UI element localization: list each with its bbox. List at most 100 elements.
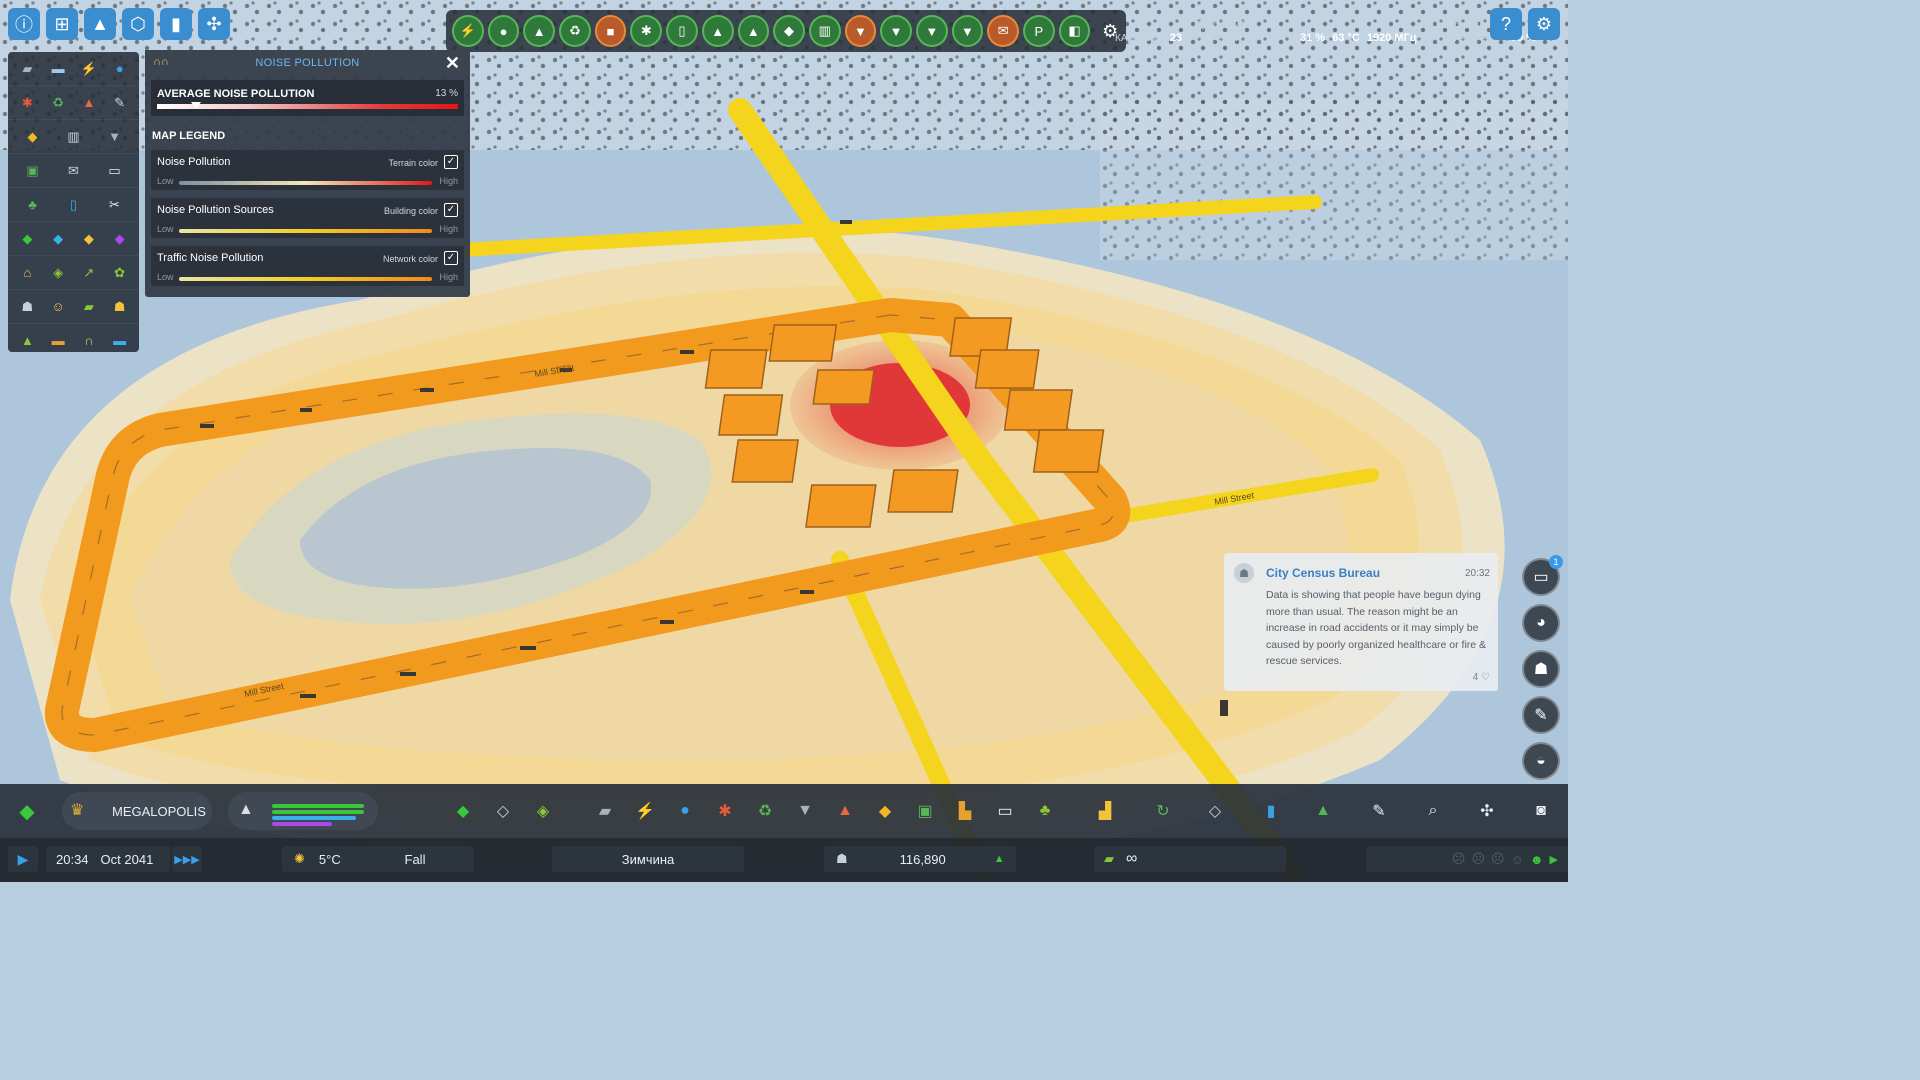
demand-meter[interactable]: ▲ [228, 792, 378, 830]
zone-industrial-icon[interactable]: ◆ [79, 229, 99, 249]
prison-icon[interactable]: ▥ [808, 15, 841, 47]
education-college-icon[interactable]: ▼ [915, 15, 948, 47]
checkbox-checked-icon[interactable]: ✓ [444, 251, 458, 265]
pollution-icon[interactable]: ▲ [523, 15, 556, 47]
eyedropper-icon[interactable]: ✎ [1366, 798, 1392, 824]
police-badge-icon[interactable]: ◆ [872, 798, 898, 824]
education-high-icon[interactable]: ▼ [880, 15, 912, 47]
bulldoze-icon[interactable]: ✂ [105, 195, 125, 215]
mail-icon[interactable]: ✉ [987, 15, 1019, 47]
education-elementary-icon[interactable]: ▼ [844, 15, 877, 47]
electricity-icon[interactable]: ⚡ [79, 59, 99, 79]
milestone-button[interactable]: ♛ MEGALOPOLIS [62, 792, 212, 830]
bus-icon[interactable]: ▬ [48, 59, 68, 79]
water-tower-icon[interactable]: ▯ [64, 195, 84, 215]
area-icon[interactable]: ◇ [490, 798, 516, 824]
parking-icon[interactable]: P [1023, 15, 1055, 47]
bulldozer-icon[interactable]: ▟ [1092, 798, 1118, 824]
checkbox-checked-icon[interactable]: ✓ [444, 203, 458, 217]
transit-icon[interactable]: ▣ [912, 798, 938, 824]
roads-icon[interactable]: ▰ [592, 798, 618, 824]
zone-office-icon[interactable]: ◆ [110, 229, 130, 249]
terrain-icon[interactable]: ▲ [17, 331, 37, 351]
healthcare-icon[interactable]: ✱ [630, 15, 663, 47]
move-icon[interactable]: ✣ [1474, 798, 1500, 824]
police-icon[interactable]: ◆ [773, 15, 805, 47]
education-cap-icon[interactable]: ▼ [792, 798, 818, 824]
statistics-icon[interactable]: ▮ [1258, 798, 1284, 824]
chirper-bird-icon[interactable]: ◕ [1522, 604, 1560, 642]
export-icon[interactable]: ▬ [110, 331, 130, 351]
education-university-icon[interactable]: ▼ [951, 15, 984, 47]
advisor-person-icon[interactable]: ☗ [1522, 650, 1560, 688]
zone-commercial-icon[interactable]: ◆ [48, 229, 68, 249]
chirp-sender[interactable]: City Census Bureau [1266, 566, 1380, 580]
map-area-icon[interactable]: ◇ [1202, 798, 1228, 824]
zone-residential-icon[interactable]: ◆ [17, 229, 37, 249]
wrench-icon[interactable]: ✎ [110, 93, 130, 113]
water-drop-icon[interactable]: ● [110, 59, 130, 79]
road-icon[interactable]: ▰ [17, 59, 37, 79]
police-badge-icon[interactable]: ◆ [23, 127, 43, 147]
land-tools-icon[interactable]: ◈ [530, 798, 556, 824]
house-icon[interactable]: ⌂ [17, 263, 37, 283]
districts-hex-icon[interactable]: ⬡ [122, 8, 154, 40]
recycle-icon[interactable]: ♻ [559, 15, 591, 47]
transport-lines-icon[interactable]: ✣ [198, 8, 230, 40]
electricity-icon[interactable]: ⚡ [632, 798, 658, 824]
chirp-likes[interactable]: 4 ♡ [1473, 672, 1490, 683]
fire-icon[interactable]: ▲ [832, 798, 858, 824]
city-name[interactable]: Зимчина [552, 846, 744, 872]
headphones-icon[interactable]: ∩ [79, 331, 99, 351]
help-icon[interactable]: ? [1490, 8, 1522, 40]
zoning-grid-icon[interactable]: ⊞ [46, 8, 78, 40]
radio-icon[interactable]: ◒ [1522, 742, 1560, 780]
zoning-icon[interactable]: ◆ [450, 798, 476, 824]
health-icon[interactable]: ✱ [17, 93, 37, 113]
close-icon[interactable]: ✕ [445, 53, 460, 74]
landscaping-icon[interactable]: ♣ [1032, 798, 1058, 824]
camera-icon[interactable]: ◙ [1528, 798, 1554, 824]
recycle-icon[interactable]: ♻ [48, 93, 68, 113]
expand-arrow-icon[interactable]: ▶ [1550, 853, 1558, 866]
industry-icon[interactable]: ▙ [952, 798, 978, 824]
chat-icon[interactable]: ▭ [105, 161, 125, 181]
transit-bus-icon[interactable]: ▣ [23, 161, 43, 181]
trend-icon[interactable]: ↗ [79, 263, 99, 283]
education-cap-icon[interactable]: ▼ [105, 127, 125, 147]
population-box[interactable]: ☗ 116,890 ▲ [824, 846, 1016, 872]
chat-icon[interactable]: ▭ [992, 798, 1018, 824]
water-icon[interactable]: ● [487, 15, 520, 47]
search-icon[interactable]: ⌕ [1420, 798, 1446, 824]
noise-icon[interactable]: ◧ [1058, 15, 1091, 47]
chirper-message[interactable]: ☗ City Census Bureau 20:32 Data is showi… [1224, 553, 1498, 691]
fire-station-icon[interactable]: ▲ [79, 93, 99, 113]
citizens-icon[interactable]: ☗ [17, 297, 37, 317]
recycle-arrows-icon[interactable]: ↻ [1150, 798, 1176, 824]
workers-icon[interactable]: ☗ [110, 297, 130, 317]
zoning-map-icon[interactable]: ◆ [12, 796, 42, 826]
water-drop-icon[interactable]: ● [672, 798, 698, 824]
fire-icon[interactable]: ▲ [701, 15, 734, 47]
checkbox-checked-icon[interactable]: ✓ [444, 155, 458, 169]
happy-face-icon[interactable]: ☺ [48, 297, 68, 317]
happiness-meter[interactable]: ☹ ☹ ☹ ☺ ☻ ▶ [1366, 846, 1568, 872]
import-icon[interactable]: ▬ [48, 331, 68, 351]
journal-icon[interactable]: ✎ [1522, 696, 1560, 734]
money-icon[interactable]: ▰ [79, 297, 99, 317]
deathcare-icon[interactable]: ▯ [666, 15, 698, 47]
government-icon[interactable]: ▥ [64, 127, 84, 147]
park-tree-icon[interactable]: ♣ [23, 195, 43, 215]
traffic-cone-icon[interactable]: ▲ [84, 8, 116, 40]
info-icon[interactable]: ⓘ [8, 8, 40, 40]
landvalue-icon[interactable]: ▲ [737, 15, 770, 47]
garbage-icon[interactable]: ■ [594, 15, 627, 47]
plant-icon[interactable]: ✿ [110, 263, 130, 283]
terrain-tool-icon[interactable]: ▲ [1310, 798, 1336, 824]
land-icon[interactable]: ◈ [48, 263, 68, 283]
statistics-icon[interactable]: ▮ [160, 8, 192, 40]
options-gear-icon[interactable]: ⚙ [1528, 8, 1560, 40]
speed-button[interactable]: ▶▶▶ [172, 846, 202, 872]
money-box[interactable]: ▰ ∞ [1094, 846, 1286, 872]
health-icon[interactable]: ✱ [712, 798, 738, 824]
